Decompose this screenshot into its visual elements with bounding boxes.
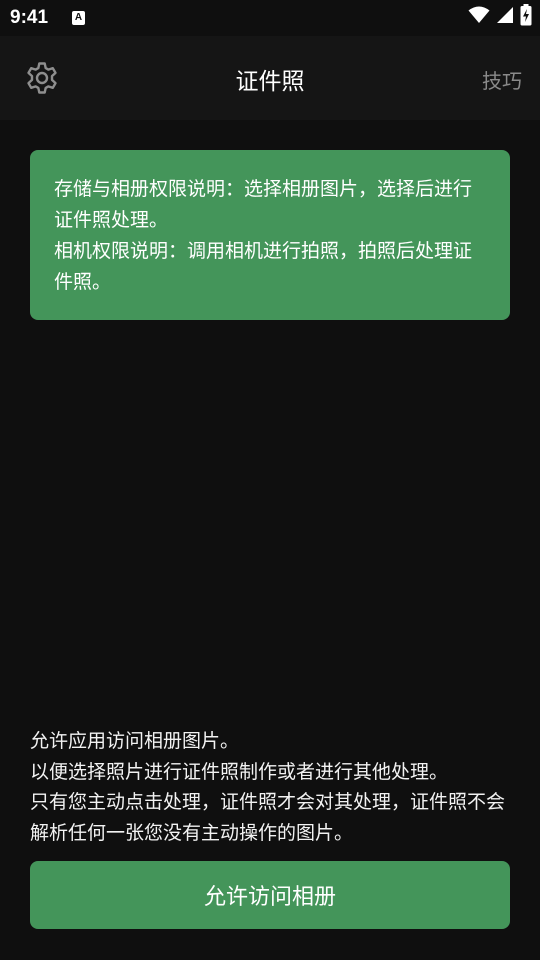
- camera-permission-text: 相机权限说明：调用相机进行拍照，拍照后处理证件照。: [54, 240, 473, 293]
- explanation-line-3: 只有您主动点击处理，证件照才会对其处理，证件照不会解析任何一张您没有主动操作的图…: [30, 791, 506, 844]
- wifi-icon: [468, 6, 490, 28]
- album-access-explanation: 允许应用访问相册图片。 以便选择照片进行证件照制作或者进行其他处理。 只有您主动…: [30, 726, 510, 848]
- signal-icon: [496, 6, 514, 28]
- top-app-bar: 证件照 技巧: [0, 36, 540, 120]
- explanation-line-2: 以便选择照片进行证件照制作或者进行其他处理。: [30, 760, 449, 783]
- app-screen: 9:41 A 证件照 技巧 存储与相册权限说明：选择相册图片，选择后进行证件照处…: [0, 0, 540, 960]
- battery-charging-icon: [520, 4, 532, 30]
- status-bar: 9:41 A: [0, 0, 540, 36]
- allow-album-access-button[interactable]: 允许访问相册: [30, 861, 510, 929]
- tips-button[interactable]: 技巧: [482, 65, 522, 94]
- notification-icon: A: [72, 11, 85, 25]
- storage-permission-text: 存储与相册权限说明：选择相册图片，选择后进行证件照处理。: [54, 178, 473, 231]
- page-title: 证件照: [235, 69, 305, 95]
- status-time: 9:41: [10, 7, 49, 28]
- status-icons: [468, 4, 532, 30]
- permission-notice-card: 存储与相册权限说明：选择相册图片，选择后进行证件照处理。 相机权限说明：调用相机…: [30, 150, 510, 320]
- explanation-line-1: 允许应用访问相册图片。: [30, 730, 240, 752]
